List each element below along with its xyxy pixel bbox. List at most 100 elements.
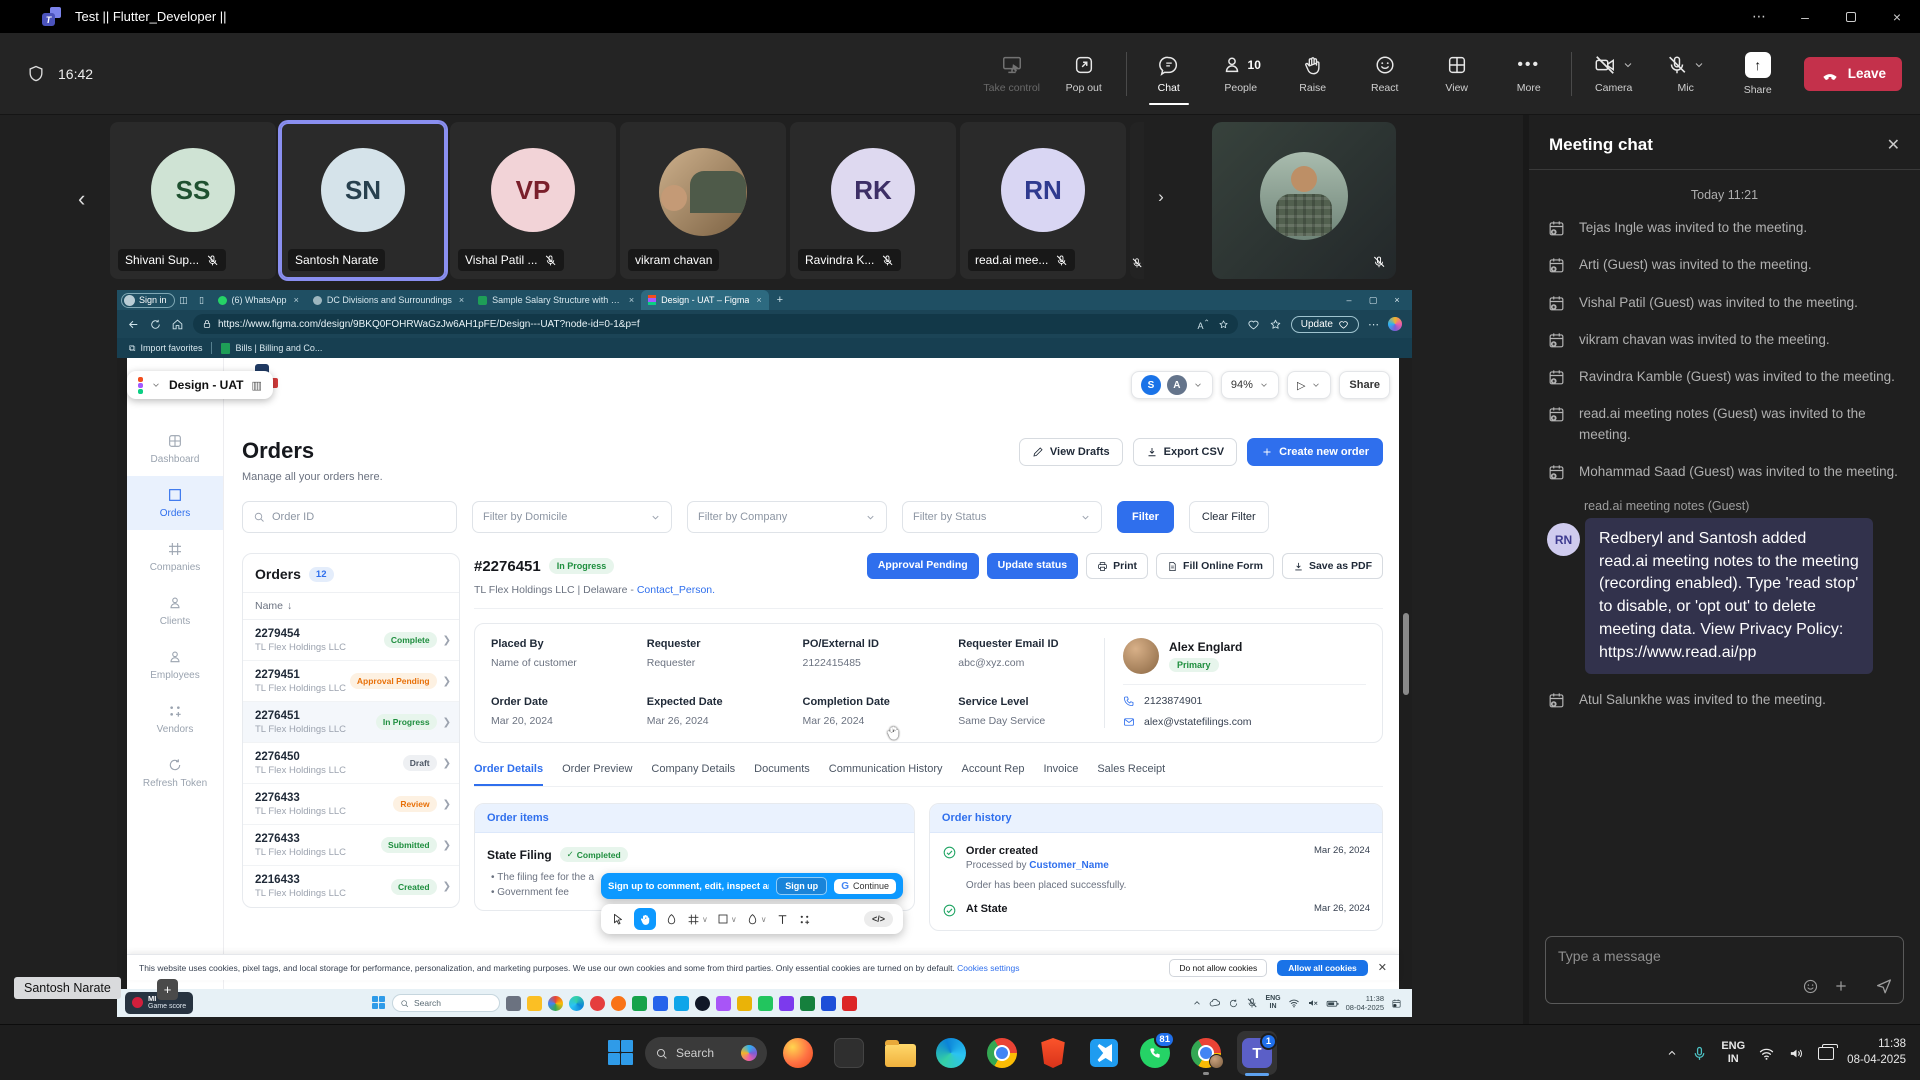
dark-app-taskbar-icon[interactable] (829, 1029, 869, 1077)
create-new-order-button[interactable]: Create new order (1247, 438, 1383, 466)
approval-pending-button[interactable]: Approval Pending (867, 553, 979, 579)
filter-domicile-dropdown[interactable]: Filter by Domicile (472, 501, 672, 533)
video-tile[interactable]: SN Santosh Narate (280, 122, 446, 279)
attach-plus-icon[interactable] (1833, 978, 1849, 994)
video-tile[interactable]: RN read.ai mee... (960, 122, 1126, 279)
scroll-right-chevron[interactable]: › (1148, 184, 1174, 210)
scroll-left-chevron[interactable]: ‹ (78, 186, 85, 212)
chat-message-list[interactable]: Today 11:21 Tejas Ingle was invited to t… (1529, 170, 1920, 924)
firefox-icon[interactable] (611, 996, 626, 1011)
home-icon[interactable] (171, 318, 184, 331)
chat-button[interactable]: Chat (1133, 41, 1205, 107)
react-button[interactable]: React (1349, 41, 1421, 107)
url-field[interactable]: https://www.figma.com/design/9BKQ0FOHRWa… (193, 314, 1238, 334)
more-button[interactable]: ••• More (1493, 41, 1565, 107)
figma-present-button[interactable]: ▷ (1287, 371, 1331, 399)
filter-company-dropdown[interactable]: Filter by Company (687, 501, 887, 533)
language-indicator[interactable]: ENGIN (1721, 1040, 1745, 1066)
cookies-settings-link[interactable]: Cookies settings (957, 963, 1019, 973)
taskbar-app-icon[interactable] (758, 996, 773, 1011)
vscode-taskbar-icon[interactable] (1084, 1029, 1124, 1077)
filter-status-dropdown[interactable]: Filter by Status (902, 501, 1102, 533)
edge-icon[interactable] (569, 996, 584, 1011)
tray-chevron-icon[interactable] (1666, 1047, 1678, 1059)
sync-icon[interactable] (1228, 998, 1239, 1009)
battery-icon[interactable] (1326, 997, 1339, 1010)
mic-active-tray-icon[interactable] (1691, 1045, 1708, 1062)
sign-up-button[interactable]: Sign up (776, 877, 827, 895)
sidebar-item-dashboard[interactable]: Dashboard (127, 422, 223, 476)
order-list-item[interactable]: 2216433TL Flex Holdings LLCCreated❯ (243, 866, 459, 907)
filter-button[interactable]: Filter (1117, 501, 1174, 533)
export-csv-button[interactable]: Export CSV (1133, 438, 1238, 466)
browser-tab[interactable]: (6) WhatsApp× (211, 290, 306, 310)
hand-tool-selected[interactable] (634, 908, 656, 930)
notifications-icon[interactable] (1391, 998, 1402, 1009)
video-tile[interactable]: VP Vishal Patil ... (450, 122, 616, 279)
emoji-icon[interactable] (1802, 978, 1819, 995)
browser-maximize-button[interactable]: ▢ (1362, 295, 1384, 306)
raise-hand-button[interactable]: Raise (1277, 41, 1349, 107)
leave-button[interactable]: Leave (1804, 57, 1902, 91)
browser-menu-icon[interactable]: ⋯ (1368, 318, 1379, 331)
chrome-taskbar-icon[interactable] (982, 1029, 1022, 1077)
opera-icon[interactable] (590, 996, 605, 1011)
video-tile-camera-on[interactable] (1212, 122, 1396, 279)
sort-desc-icon[interactable]: ↓ (287, 600, 292, 612)
browser-close-button[interactable]: × (1386, 295, 1408, 305)
tab-close-icon[interactable]: × (294, 295, 299, 305)
shared-clock[interactable]: 11:3808-04-2025 (1346, 994, 1384, 1012)
tab-close-icon[interactable]: × (756, 295, 761, 305)
order-list-item[interactable]: 2276433TL Flex Holdings LLCReview❯ (243, 784, 459, 825)
view-button[interactable]: View (1421, 41, 1493, 107)
start-button[interactable] (372, 996, 386, 1010)
text-tool-icon[interactable] (776, 913, 789, 926)
tab-order-details[interactable]: Order Details (474, 763, 543, 786)
chrome-icon[interactable] (548, 996, 563, 1011)
cookie-close-icon[interactable]: ✕ (1378, 961, 1387, 974)
refresh-icon[interactable] (149, 318, 162, 331)
tab-communication-history[interactable]: Communication History (829, 763, 943, 786)
figma-app-icon[interactable] (716, 996, 731, 1011)
back-icon[interactable] (127, 318, 140, 331)
people-button[interactable]: 10 People (1205, 41, 1277, 107)
vertical-tabs-icon[interactable]: ▯ (193, 295, 211, 306)
excel-icon[interactable] (632, 996, 647, 1011)
dev-mode-toggle[interactable]: </> (864, 911, 893, 927)
brave-taskbar-icon[interactable] (1033, 1029, 1073, 1077)
sidebar-item-employees[interactable]: Employees (127, 638, 223, 692)
tab-close-icon[interactable]: × (459, 295, 464, 305)
taskbar-app-icon[interactable] (821, 996, 836, 1011)
favorite-star-icon[interactable] (1218, 319, 1229, 330)
start-button[interactable] (608, 1040, 634, 1066)
tray-chevron-icon[interactable] (1192, 998, 1202, 1008)
contact-person-link[interactable]: Contact_Person. (637, 584, 715, 596)
google-continue-button[interactable]: GContinue (834, 879, 896, 894)
contact-phone[interactable]: 2123874901 (1144, 695, 1202, 707)
window-maximize-button[interactable] (1828, 0, 1874, 33)
figma-collaborators[interactable]: S A (1131, 371, 1213, 399)
camera-button[interactable]: Camera (1578, 41, 1650, 107)
figma-file-menu[interactable]: Design - UAT ▥ (127, 371, 273, 399)
shared-search-box[interactable]: Search (392, 994, 500, 1012)
sidebar-item-clients[interactable]: Clients (127, 584, 223, 638)
tab-invoice[interactable]: Invoice (1043, 763, 1078, 786)
window-minimize-button[interactable]: – (1782, 0, 1828, 33)
wifi-icon[interactable] (1758, 1045, 1775, 1062)
contact-email[interactable]: alex@vstatefilings.com (1144, 716, 1252, 728)
resources-tool-icon[interactable] (798, 913, 811, 926)
clear-filter-button[interactable]: Clear Filter (1189, 501, 1269, 533)
browser-essentials-icon[interactable] (1247, 318, 1260, 331)
window-close-button[interactable]: × (1874, 0, 1920, 33)
chevron-down-icon[interactable] (1693, 59, 1705, 71)
video-tile[interactable]: RK Ravindra K... (790, 122, 956, 279)
taskbar-app-icon[interactable] (527, 996, 542, 1011)
tab-account-rep[interactable]: Account Rep (962, 763, 1025, 786)
figma-scrollbar[interactable] (1403, 613, 1409, 695)
video-tile[interactable]: vikram chavan (620, 122, 786, 279)
sidebar-item-orders[interactable]: Orders (127, 476, 223, 530)
figma-share-button[interactable]: Share (1339, 371, 1390, 399)
taskbar-search-box[interactable]: Search (645, 1037, 767, 1069)
order-list-item-selected[interactable]: 2276451TL Flex Holdings LLCIn Progress❯ (243, 702, 459, 743)
browser-sign-in-button[interactable]: Sign in (121, 293, 175, 308)
